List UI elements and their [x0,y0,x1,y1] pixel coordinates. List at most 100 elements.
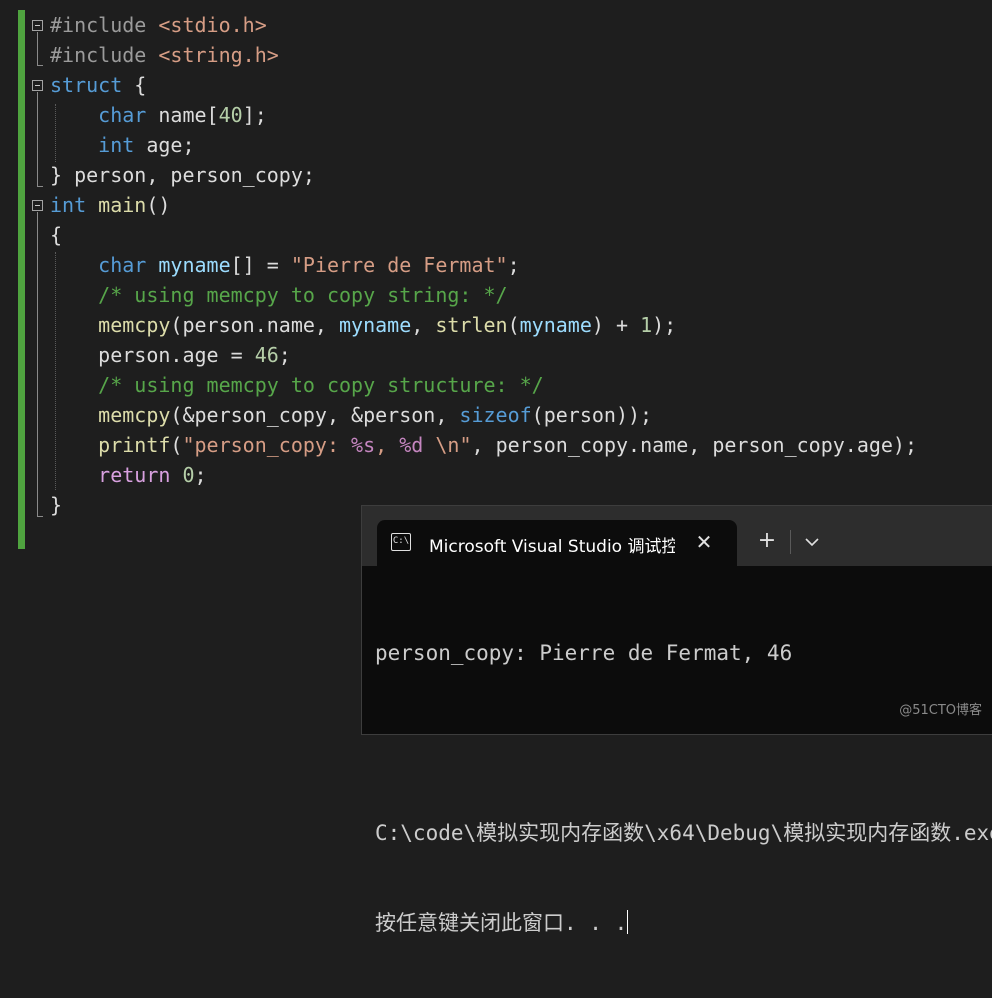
console-output-line: person_copy: Pierre de Fermat, 46 [375,641,793,665]
code-token: main [98,193,147,217]
code-token: %d [399,433,424,457]
code-token: , person_copy.name, person_copy.age); [471,433,918,457]
text-cursor [627,910,629,934]
code-token: <string.h> [158,43,279,67]
fold-line [37,32,38,65]
code-line: struct { [50,70,917,100]
code-token: strlen [435,313,508,337]
code-token: ; [194,463,207,487]
code-token: return [98,463,171,487]
code-line: int main() [50,190,917,220]
code-token: printf [98,433,171,457]
fold-end [37,516,43,517]
code-line: char name[40]; [50,100,917,130]
code-token: #include [50,13,159,37]
new-tab-button[interactable]: + [752,528,782,556]
code-token: age; [134,133,195,157]
code-token: /* using memcpy to copy structure: */ [98,373,544,397]
collapse-struct-icon[interactable] [32,80,43,91]
code-token: char [98,103,147,127]
code-token: ( [507,313,520,337]
code-token: ; [278,343,291,367]
console-prompt-text: 按任意键关闭此窗口. . . [375,911,628,935]
code-token: (person)); [531,403,653,427]
code-token: , [411,313,436,337]
code-line: #include <stdio.h> [50,10,917,40]
code-token: } person, person_copy; [50,163,315,187]
code-token: struct [50,73,123,97]
code-token: ]; [242,103,267,127]
code-token: { [122,73,147,97]
collapse-main-icon[interactable] [32,200,43,211]
code-token: ; [507,253,520,277]
code-token: 46 [254,343,279,367]
code-token: (&person_copy, &person, [170,403,460,427]
code-line: int age; [50,130,917,160]
code-line: memcpy(&person_copy, &person, sizeof(per… [50,400,917,430]
code-line: memcpy(person.name, myname, strlen(mynam… [50,310,917,340]
console-titlebar[interactable]: C:\ Microsoft Visual Studio 调试控制台 ✕ + [362,506,992,566]
console-prompt-line: 按任意键关闭此窗口. . . [375,908,992,938]
code-token: myname [519,313,592,337]
watermark: @51CTO博客 [899,703,982,718]
console-output[interactable]: person_copy: Pierre de Fermat, 46 C:\cod… [375,578,992,998]
code-token: 1 [640,313,653,337]
code-token: #include [50,43,159,67]
code-token: "person_copy: [182,433,352,457]
code-token: %s [351,433,376,457]
code-token: 0 [182,463,195,487]
code-token: /* using memcpy to copy string: */ [98,283,508,307]
code-token: { [50,223,63,247]
fold-end [37,65,43,66]
code-token: , [375,433,400,457]
code-token: \n" [423,433,472,457]
code-token: sizeof [459,403,532,427]
code-line: { [50,220,917,250]
console-output-line: C:\code\模拟实现内存函数\x64\Debug\模拟实现内存函数.exe [375,821,992,845]
chevron-down-icon[interactable] [798,528,826,556]
code-line: person.age = 46; [50,340,917,370]
code-token: myname [158,253,231,277]
code-token: memcpy [98,403,171,427]
code-token: (person.name, [170,313,339,337]
code-token: myname [339,313,412,337]
code-token: ( [170,433,183,457]
fold-end [37,186,43,187]
fold-line [37,212,38,516]
code-token: "Pierre de Fermat" [290,253,508,277]
code-token: 40 [218,103,243,127]
console-tab-title: Microsoft Visual Studio 调试控制台 [429,537,675,554]
code-line: /* using memcpy to copy structure: */ [50,370,917,400]
close-tab-icon[interactable]: ✕ [692,530,716,554]
code-token: int [50,193,87,217]
terminal-icon: C:\ [391,533,411,551]
code-line: char myname[] = "Pierre de Fermat"; [50,250,917,280]
code-line: #include <string.h> [50,40,917,70]
code-token: ) + [591,313,641,337]
code-token: [] = [230,253,291,277]
debug-console-window[interactable]: C:\ Microsoft Visual Studio 调试控制台 ✕ + pe… [361,505,992,935]
code-line: /* using memcpy to copy string: */ [50,280,917,310]
code-text-area[interactable]: #include <stdio.h> #include <string.h> str… [50,10,917,520]
code-token: name[ [146,103,219,127]
code-token: () [146,193,171,217]
code-token: char [98,253,147,277]
change-tracking-bar [18,10,25,549]
code-line: } person, person_copy; [50,160,917,190]
code-token: } [50,493,63,517]
collapse-include-icon[interactable] [32,20,43,31]
titlebar-divider [790,530,791,554]
console-tab[interactable]: C:\ Microsoft Visual Studio 调试控制台 ✕ [377,520,737,566]
